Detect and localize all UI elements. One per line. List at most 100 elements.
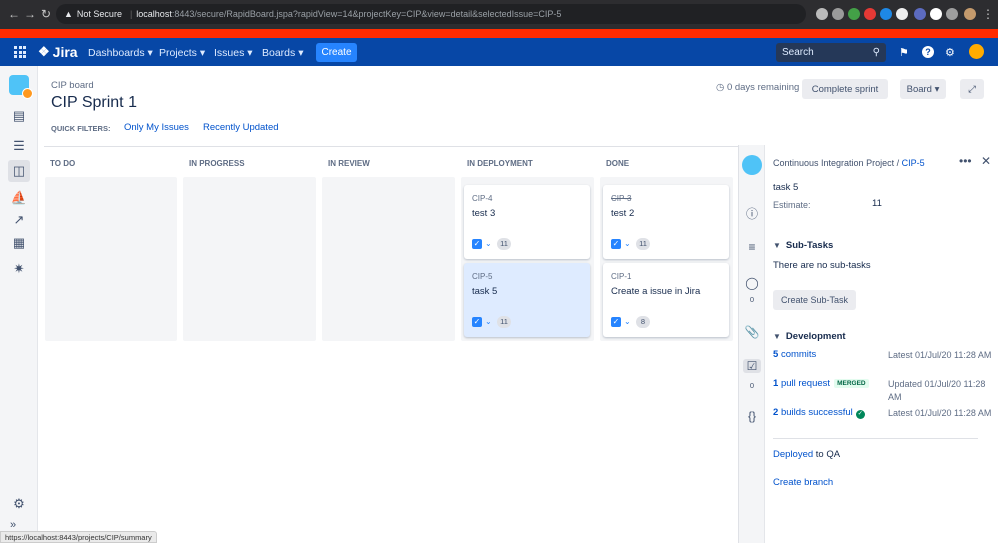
estimate-value[interactable]: 11 [872, 198, 882, 209]
sprint-remaining: ◷ 0 days remaining [716, 82, 800, 93]
backlog-icon[interactable]: ▤ [10, 107, 28, 125]
create-branch-link[interactable]: Create branch [773, 477, 833, 488]
board-icon[interactable]: ◫ [8, 160, 30, 182]
column-in-review: IN REVIEW [328, 159, 370, 168]
create-subtask-button[interactable]: Create Sub-Task [773, 290, 856, 310]
address-bar[interactable]: ▲ Not Secure | localhost :8443/secure/Ra… [56, 4, 806, 24]
column-header-divider [44, 146, 738, 147]
issues-icon[interactable]: ▦ [10, 234, 28, 252]
user-avatar[interactable] [969, 44, 984, 59]
nav-issues[interactable]: Issues ▾ [214, 47, 253, 59]
estimate-badge: 11 [636, 238, 650, 250]
filter-recently-updated[interactable]: Recently Updated [203, 122, 279, 133]
profile-icon[interactable] [930, 8, 942, 20]
chevron-down-icon: ▼ [773, 332, 781, 341]
extension-icon[interactable] [914, 8, 926, 20]
attachments-icon[interactable]: 📎 [743, 325, 761, 339]
swimlane-todo[interactable] [45, 177, 177, 341]
settings-gear-icon[interactable]: ⚙ [945, 46, 955, 59]
project-avatar[interactable] [9, 75, 33, 99]
forward-icon[interactable]: → [22, 7, 38, 21]
close-icon[interactable]: ✕ [981, 154, 991, 168]
development-section-toggle[interactable]: ▼ Development [773, 331, 846, 342]
reports-icon[interactable]: ↗ [10, 211, 28, 229]
issue-key-link[interactable]: CIP-5 [902, 158, 925, 168]
menu-kebab-icon[interactable]: ⋮ [980, 7, 996, 21]
app-switcher-icon[interactable] [14, 46, 26, 58]
chevron-down-icon: ▼ [773, 241, 781, 250]
commits-link[interactable]: 5 commits [773, 349, 816, 360]
project-settings-icon[interactable]: ⚙ [10, 495, 28, 513]
jira-logo[interactable]: ❖ Jira [38, 44, 78, 60]
help-icon[interactable]: ? [922, 46, 934, 58]
puzzle-icon[interactable] [946, 8, 958, 20]
board-menu-button[interactable]: Board ▾ [900, 79, 946, 99]
issue-card-selected[interactable]: CIP-5 task 5 ✓ ⌄ 11 [464, 263, 590, 337]
subtasks-section-toggle[interactable]: ▼ Sub-Tasks [773, 240, 833, 251]
extension-icon[interactable] [864, 8, 876, 20]
builds-link[interactable]: 2 builds successful ✓ [773, 407, 865, 419]
nav-boards[interactable]: Boards ▾ [262, 47, 303, 59]
zoom-icon[interactable] [816, 8, 828, 20]
url-path: :8443/secure/RapidBoard.jspa?rapidView=1… [171, 9, 562, 19]
url-host: localhost [136, 9, 172, 19]
components-icon[interactable]: ✷ [10, 260, 28, 278]
reload-icon[interactable]: ↻ [38, 7, 54, 21]
project-link[interactable]: Continuous Integration Project [773, 158, 894, 168]
extension-icon[interactable] [848, 8, 860, 20]
avatar[interactable] [964, 8, 976, 20]
releases-icon[interactable]: ⛵ [10, 189, 28, 207]
filter-only-my-issues[interactable]: Only My Issues [124, 122, 189, 133]
issue-card[interactable]: CIP-1 Create a issue in Jira ✓ ⌄ 8 [603, 263, 729, 337]
detail-breadcrumb: Continuous Integration Project / CIP-5 [773, 158, 925, 168]
issue-key: CIP-1 [611, 272, 632, 281]
story-type-icon: ✓ [611, 317, 621, 327]
issue-summary[interactable]: task 5 [773, 182, 798, 193]
issue-detail-panel: ⓘ ≡ ◯ 0 📎 ☑ 0 {} Continuous Integration … [738, 145, 998, 543]
column-done: DONE [606, 159, 630, 168]
expand-sidebar-icon[interactable]: » [10, 519, 16, 531]
complete-sprint-button[interactable]: Complete sprint [802, 79, 888, 99]
comments-icon[interactable]: ◯ [743, 276, 761, 290]
commits-date: Latest 01/Jul/20 11:28 AM [888, 350, 992, 360]
search-input[interactable]: Search ⚲ [776, 43, 886, 62]
swimlane-in-progress[interactable] [183, 177, 316, 341]
nav-projects[interactable]: Projects ▾ [159, 47, 205, 59]
issue-key: CIP-5 [472, 272, 493, 281]
swimlane-in-deployment[interactable]: CIP-4 test 3 ✓ ⌄ 11 CIP-5 task 5 ✓ ⌄ 11 [461, 177, 594, 341]
swimlane-in-review[interactable] [322, 177, 455, 341]
quick-filters-label: QUICK FILTERS: [51, 124, 111, 133]
issue-card[interactable]: CIP-4 test 3 ✓ ⌄ 11 [464, 185, 590, 259]
notifications-icon[interactable]: ⚑ [899, 46, 909, 59]
column-todo: TO DO [50, 159, 76, 168]
security-label: Not Secure [76, 9, 122, 19]
pull-request-link[interactable]: 1 pull request MERGED [773, 378, 869, 389]
comments-count: 0 [749, 295, 755, 304]
nav-dashboards[interactable]: Dashboards ▾ [88, 47, 153, 59]
checklist-icon[interactable]: ☑ [743, 359, 761, 373]
deployment-status[interactable]: Deployed to QA [773, 449, 840, 460]
create-button[interactable]: Create [316, 43, 357, 62]
description-icon[interactable]: ≡ [743, 240, 761, 254]
story-type-icon: ✓ [472, 317, 482, 327]
extension-icon[interactable] [896, 8, 908, 20]
estimate-badge: 11 [497, 316, 511, 328]
priority-low-icon: ⌄ [485, 239, 492, 248]
issue-card[interactable]: CIP-3 test 2 ✓ ⌄ 11 [603, 185, 729, 259]
swimlane-done[interactable]: CIP-3 test 2 ✓ ⌄ 11 CIP-1 Create a issue… [600, 177, 733, 341]
details-info-icon[interactable]: ⓘ [743, 205, 761, 222]
warning-icon: ▲ [64, 9, 73, 19]
priority-low-icon: ⌄ [624, 239, 631, 248]
roadmap-icon[interactable]: ☰ [10, 137, 28, 155]
back-icon[interactable]: ← [6, 7, 22, 21]
extension-icon[interactable] [880, 8, 892, 20]
more-actions-icon[interactable]: ••• [959, 154, 972, 168]
development-code-icon[interactable]: {} [743, 409, 761, 423]
red-banner [0, 29, 998, 38]
breadcrumb[interactable]: CIP board [51, 80, 94, 91]
browser-toolbar: ← → ↻ ▲ Not Secure | localhost :8443/sec… [0, 0, 998, 29]
estimate-badge: 8 [636, 316, 650, 328]
fullscreen-icon[interactable]: ⤢ [960, 79, 984, 99]
bookmark-star-icon[interactable] [832, 8, 844, 20]
builds-date: Latest 01/Jul/20 11:28 AM [888, 408, 992, 418]
